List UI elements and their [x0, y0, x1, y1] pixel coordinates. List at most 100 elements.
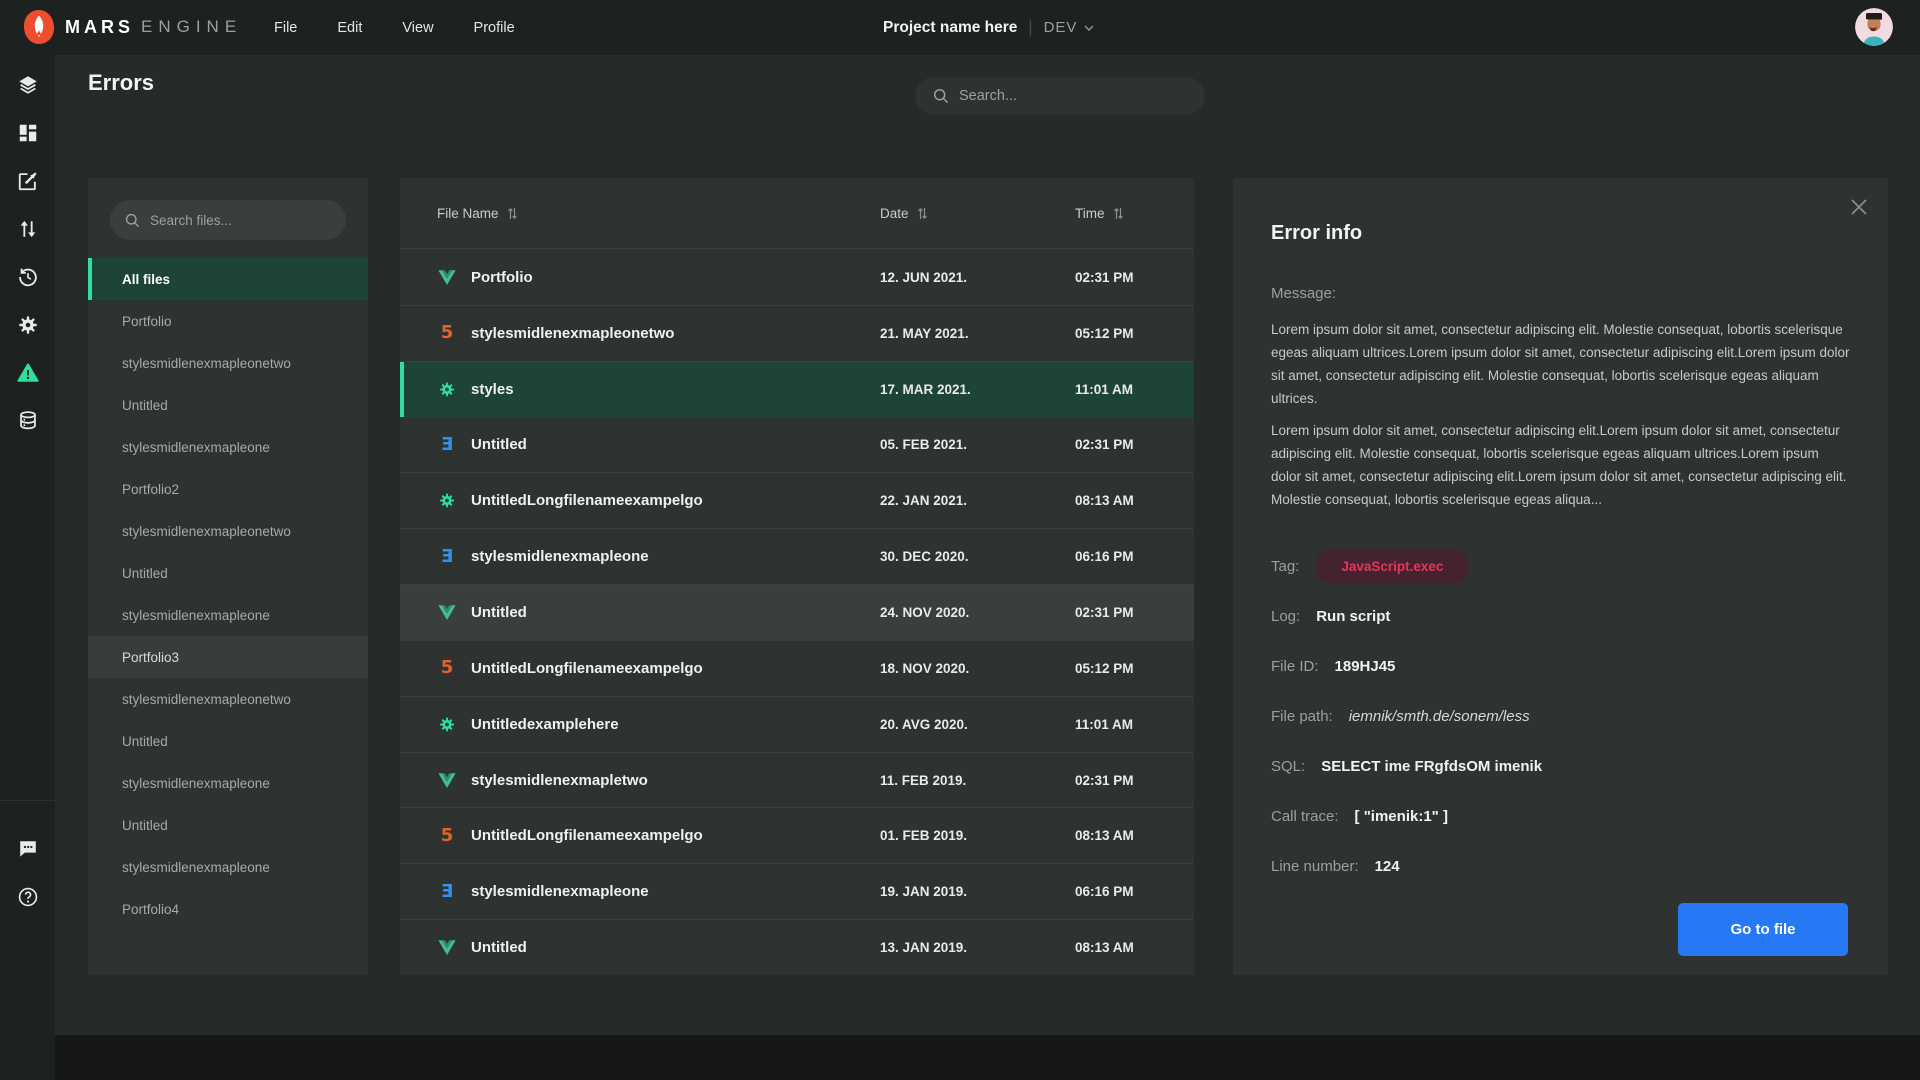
- file-time: 02:31 PM: [1075, 437, 1194, 452]
- table-row[interactable]: UntitledLongfilenameexampelgo 22. JAN 20…: [400, 473, 1194, 529]
- vue-file-icon: [437, 938, 457, 958]
- file-list-item[interactable]: stylesmidlenexmapleone: [88, 594, 368, 636]
- help-icon: [17, 886, 39, 908]
- file-name: Untitled: [471, 939, 527, 956]
- file-list-item[interactable]: Untitled: [88, 384, 368, 426]
- table-column-header[interactable]: Date: [880, 206, 1075, 221]
- file-time: 08:13 AM: [1075, 828, 1194, 843]
- file-list-item-label: Portfolio: [122, 314, 172, 329]
- environment-dropdown[interactable]: DEV: [1044, 19, 1095, 36]
- error-message: Lorem ipsum dolor sit amet, consectetur …: [1271, 318, 1850, 511]
- file-list-item[interactable]: stylesmidlenexmapleone: [88, 762, 368, 804]
- table-row[interactable]: Portfolio 12. JUN 2021. 02:31 PM: [400, 250, 1194, 306]
- rail-button[interactable]: [0, 397, 55, 445]
- file-search-input[interactable]: [150, 213, 331, 228]
- file-name: UntitledLongfilenameexampelgo: [471, 660, 703, 677]
- rail-footer-group: [0, 801, 55, 921]
- file-list-item-label: stylesmidlenexmapleone: [122, 440, 270, 455]
- go-to-file-button[interactable]: Go to file: [1678, 903, 1848, 956]
- table-row[interactable]: Untitled 13. JAN 2019. 08:13 AM: [400, 920, 1194, 975]
- table-row[interactable]: Untitled 24. NOV 2020. 02:31 PM: [400, 585, 1194, 641]
- file-list-item[interactable]: Untitled: [88, 552, 368, 594]
- rail-button[interactable]: [0, 61, 55, 109]
- file-list-item-label: stylesmidlenexmapleone: [122, 776, 270, 791]
- error-field-label: File path:: [1271, 708, 1333, 725]
- rail-button[interactable]: [0, 253, 55, 301]
- error-field-label: Line number:: [1271, 858, 1359, 875]
- file-date: 18. NOV 2020.: [880, 661, 1075, 676]
- table-row[interactable]: Untitledexamplehere 20. AVG 2020. 11:01 …: [400, 697, 1194, 753]
- error-panel-title: Error info: [1271, 222, 1850, 245]
- file-search[interactable]: [110, 200, 346, 240]
- file-list-item[interactable]: stylesmidlenexmapleonetwo: [88, 342, 368, 384]
- file-list-item[interactable]: stylesmidlenexmapleonetwo: [88, 510, 368, 552]
- file-list-item[interactable]: All files: [88, 258, 368, 300]
- file-name: Untitled: [471, 604, 527, 621]
- table-column-header[interactable]: Time: [1075, 206, 1194, 221]
- gear-file-icon: [437, 491, 457, 511]
- table-column-label: Date: [880, 206, 909, 221]
- icon-rail: [0, 55, 55, 1080]
- html5-file-icon: 5: [437, 658, 457, 678]
- search-input[interactable]: [959, 88, 1187, 104]
- error-field-label: File ID:: [1271, 658, 1319, 675]
- topbar-menu-item[interactable]: Profile: [472, 16, 517, 40]
- file-list-item[interactable]: Portfolio3: [88, 636, 368, 678]
- rail-button[interactable]: [0, 157, 55, 205]
- file-list-item[interactable]: Portfolio: [88, 300, 368, 342]
- rail-button[interactable]: [0, 205, 55, 253]
- rail-button[interactable]: [0, 109, 55, 157]
- error-field-value: SELECT ime FRgfdsOM imenik: [1321, 758, 1542, 775]
- table-row[interactable]: 5 stylesmidlenexmapleonetwo 21. MAY 2021…: [400, 306, 1194, 362]
- file-time: 08:13 AM: [1075, 493, 1194, 508]
- rail-button[interactable]: [0, 825, 55, 873]
- file-list-item[interactable]: stylesmidlenexmapleone: [88, 426, 368, 468]
- error-field-row: SQL: SELECT ime FRgfdsOM imenik: [1271, 741, 1850, 791]
- error-field-value: Run script: [1316, 608, 1390, 625]
- file-list-item-label: All files: [122, 272, 170, 287]
- file-time: 02:31 PM: [1075, 605, 1194, 620]
- file-list-item[interactable]: Portfolio4: [88, 888, 368, 930]
- error-field-label: SQL:: [1271, 758, 1305, 775]
- table-row[interactable]: Ǝ stylesmidlenexmapleone 19. JAN 2019. 0…: [400, 864, 1194, 920]
- brand-logo[interactable]: MARS ENGINE: [22, 9, 242, 45]
- table-column-header[interactable]: File Name: [437, 206, 880, 221]
- file-list-item[interactable]: Portfolio2: [88, 468, 368, 510]
- table-row[interactable]: Ǝ Untitled 05. FEB 2021. 02:31 PM: [400, 418, 1194, 474]
- error-field-value: iemnik/smth.de/sonem/less: [1349, 708, 1530, 725]
- file-list-item[interactable]: Untitled: [88, 720, 368, 762]
- table-row[interactable]: 5 UntitledLongfilenameexampelgo 01. FEB …: [400, 808, 1194, 864]
- file-list-item[interactable]: stylesmidlenexmapleone: [88, 846, 368, 888]
- layers-icon: [17, 74, 39, 96]
- rail-button[interactable]: [0, 301, 55, 349]
- file-date: 12. JUN 2021.: [880, 270, 1075, 285]
- dashboard-icon: [17, 122, 39, 144]
- error-field-label: Call trace:: [1271, 808, 1339, 825]
- error-info-panel: Error info Message: Lorem ipsum dolor si…: [1233, 178, 1888, 975]
- rail-main-group: [0, 55, 55, 445]
- rail-button[interactable]: [0, 349, 55, 397]
- table-row[interactable]: styles 17. MAR 2021. 11:01 AM: [400, 362, 1194, 418]
- vue-file-icon: [437, 770, 457, 790]
- file-time: 02:31 PM: [1075, 773, 1194, 788]
- avatar[interactable]: [1855, 8, 1893, 46]
- table-row[interactable]: stylesmidlenexmapletwo 11. FEB 2019. 02:…: [400, 753, 1194, 809]
- topbar-menu: File Edit View Profile: [272, 0, 517, 55]
- topbar-menu-item[interactable]: File: [272, 16, 299, 40]
- file-list-item[interactable]: Untitled: [88, 804, 368, 846]
- file-list-item-label: stylesmidlenexmapleonetwo: [122, 356, 291, 371]
- topbar-menu-item[interactable]: Edit: [335, 16, 364, 40]
- topbar-menu-item[interactable]: View: [400, 16, 435, 40]
- file-list-item[interactable]: stylesmidlenexmapleonetwo: [88, 678, 368, 720]
- css3-file-icon: Ǝ: [437, 435, 457, 455]
- search-icon: [125, 213, 140, 228]
- file-name: styles: [471, 381, 514, 398]
- search-icon: [933, 88, 949, 104]
- global-search[interactable]: [915, 77, 1205, 115]
- table-row[interactable]: 5 UntitledLongfilenameexampelgo 18. NOV …: [400, 641, 1194, 697]
- file-date: 19. JAN 2019.: [880, 884, 1075, 899]
- table-row[interactable]: Ǝ stylesmidlenexmapleone 30. DEC 2020. 0…: [400, 529, 1194, 585]
- rail-button[interactable]: [0, 873, 55, 921]
- table-header: File Name Date Time: [400, 178, 1194, 249]
- file-name: UntitledLongfilenameexampelgo: [471, 492, 703, 509]
